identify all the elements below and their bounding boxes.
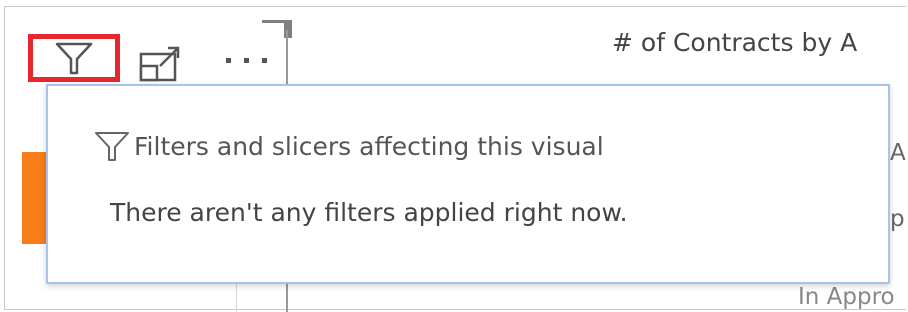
tooltip-heading: Filters and slicers affecting this visua… [94, 130, 604, 162]
background-label: p [890, 206, 905, 232]
visual-title: # of Contracts by A [612, 28, 858, 57]
background-label: A [890, 140, 906, 166]
chart-bar [22, 152, 48, 244]
more-options-icon-dot [262, 58, 267, 63]
focus-mode-icon [139, 46, 180, 82]
filter-button[interactable] [28, 34, 120, 82]
more-options-icon [226, 58, 231, 63]
filters-tooltip: Filters and slicers affecting this visua… [46, 84, 890, 284]
more-options-icon-dot [244, 58, 249, 63]
filter-icon [95, 132, 129, 161]
divider [236, 280, 237, 312]
filter-icon [55, 42, 93, 75]
more-options-button[interactable] [220, 44, 276, 74]
background-label: In Appro [798, 284, 895, 310]
visual-container: # of Contracts by A A p In Appro Filters… [0, 0, 908, 312]
tooltip-heading-text: Filters and slicers affecting this visua… [134, 131, 604, 161]
focus-mode-button[interactable] [138, 44, 182, 82]
tooltip-body: There aren't any filters applied right n… [110, 198, 628, 227]
